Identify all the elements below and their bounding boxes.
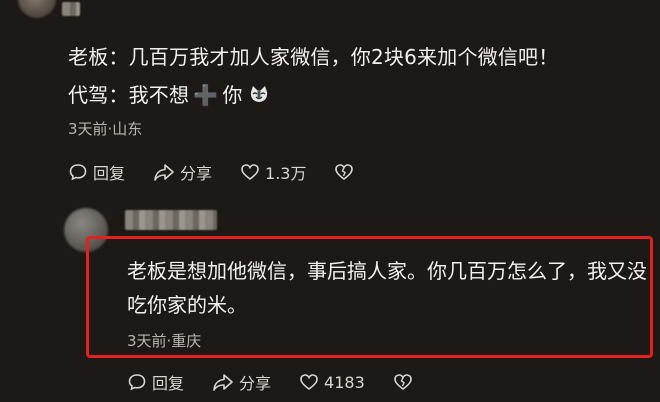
commenter-name-blurred[interactable] [62, 2, 80, 16]
dislike-button[interactable] [334, 162, 359, 182]
comment-actions: 回复 分享 1.3万 [68, 160, 387, 184]
dislike-heart-icon [393, 374, 412, 391]
replier-avatar-blurred[interactable] [64, 208, 108, 252]
replier-name-blurred[interactable] [125, 210, 217, 230]
like-count: 1.3万 [265, 164, 307, 183]
reply-label: 回复 [93, 164, 126, 183]
reply-comment-meta: 3天前·重庆 [127, 332, 202, 350]
reply-icon [69, 164, 87, 181]
comment-text-line: 代驾：我不想 ➕ 你 [68, 78, 269, 112]
dislike-heart-icon [335, 164, 354, 181]
share-label: 分享 [239, 374, 272, 393]
like-button[interactable]: 1.3万 [240, 160, 306, 184]
commenter-avatar-blurred[interactable] [18, 0, 56, 18]
share-button[interactable]: 分享 [153, 160, 212, 184]
reply-comment-actions: 回复 分享 4183 [127, 370, 446, 394]
reply-icon [128, 374, 146, 391]
plus-emoji-icon: ➕ [193, 83, 219, 107]
reply-label: 回复 [152, 374, 185, 393]
dislike-button[interactable] [393, 372, 418, 392]
like-button[interactable]: 4183 [299, 372, 365, 392]
heart-icon [300, 374, 318, 391]
comment-text-line: 老板：几百万我才加人家微信，你2块6来加个微信吧！ [68, 45, 559, 69]
share-icon [213, 374, 233, 391]
share-button[interactable]: 分享 [212, 370, 271, 394]
comment-text-fragment: 代驾：我不想 [68, 83, 190, 107]
cat-emoji-icon [249, 80, 269, 102]
reply-comment-text: 老板是想加他微信，事后搞人家。你几百万怎么了，我又没吃你家的米。 [127, 259, 647, 317]
heart-icon [241, 164, 259, 181]
reply-button[interactable]: 回复 [127, 370, 184, 394]
reply-button[interactable]: 回复 [68, 160, 125, 184]
share-label: 分享 [180, 164, 213, 183]
share-icon [154, 164, 174, 181]
comment-text-fragment: 你 [222, 83, 243, 107]
like-count: 4183 [324, 372, 365, 392]
comment-meta: 3天前·山东 [68, 120, 143, 138]
